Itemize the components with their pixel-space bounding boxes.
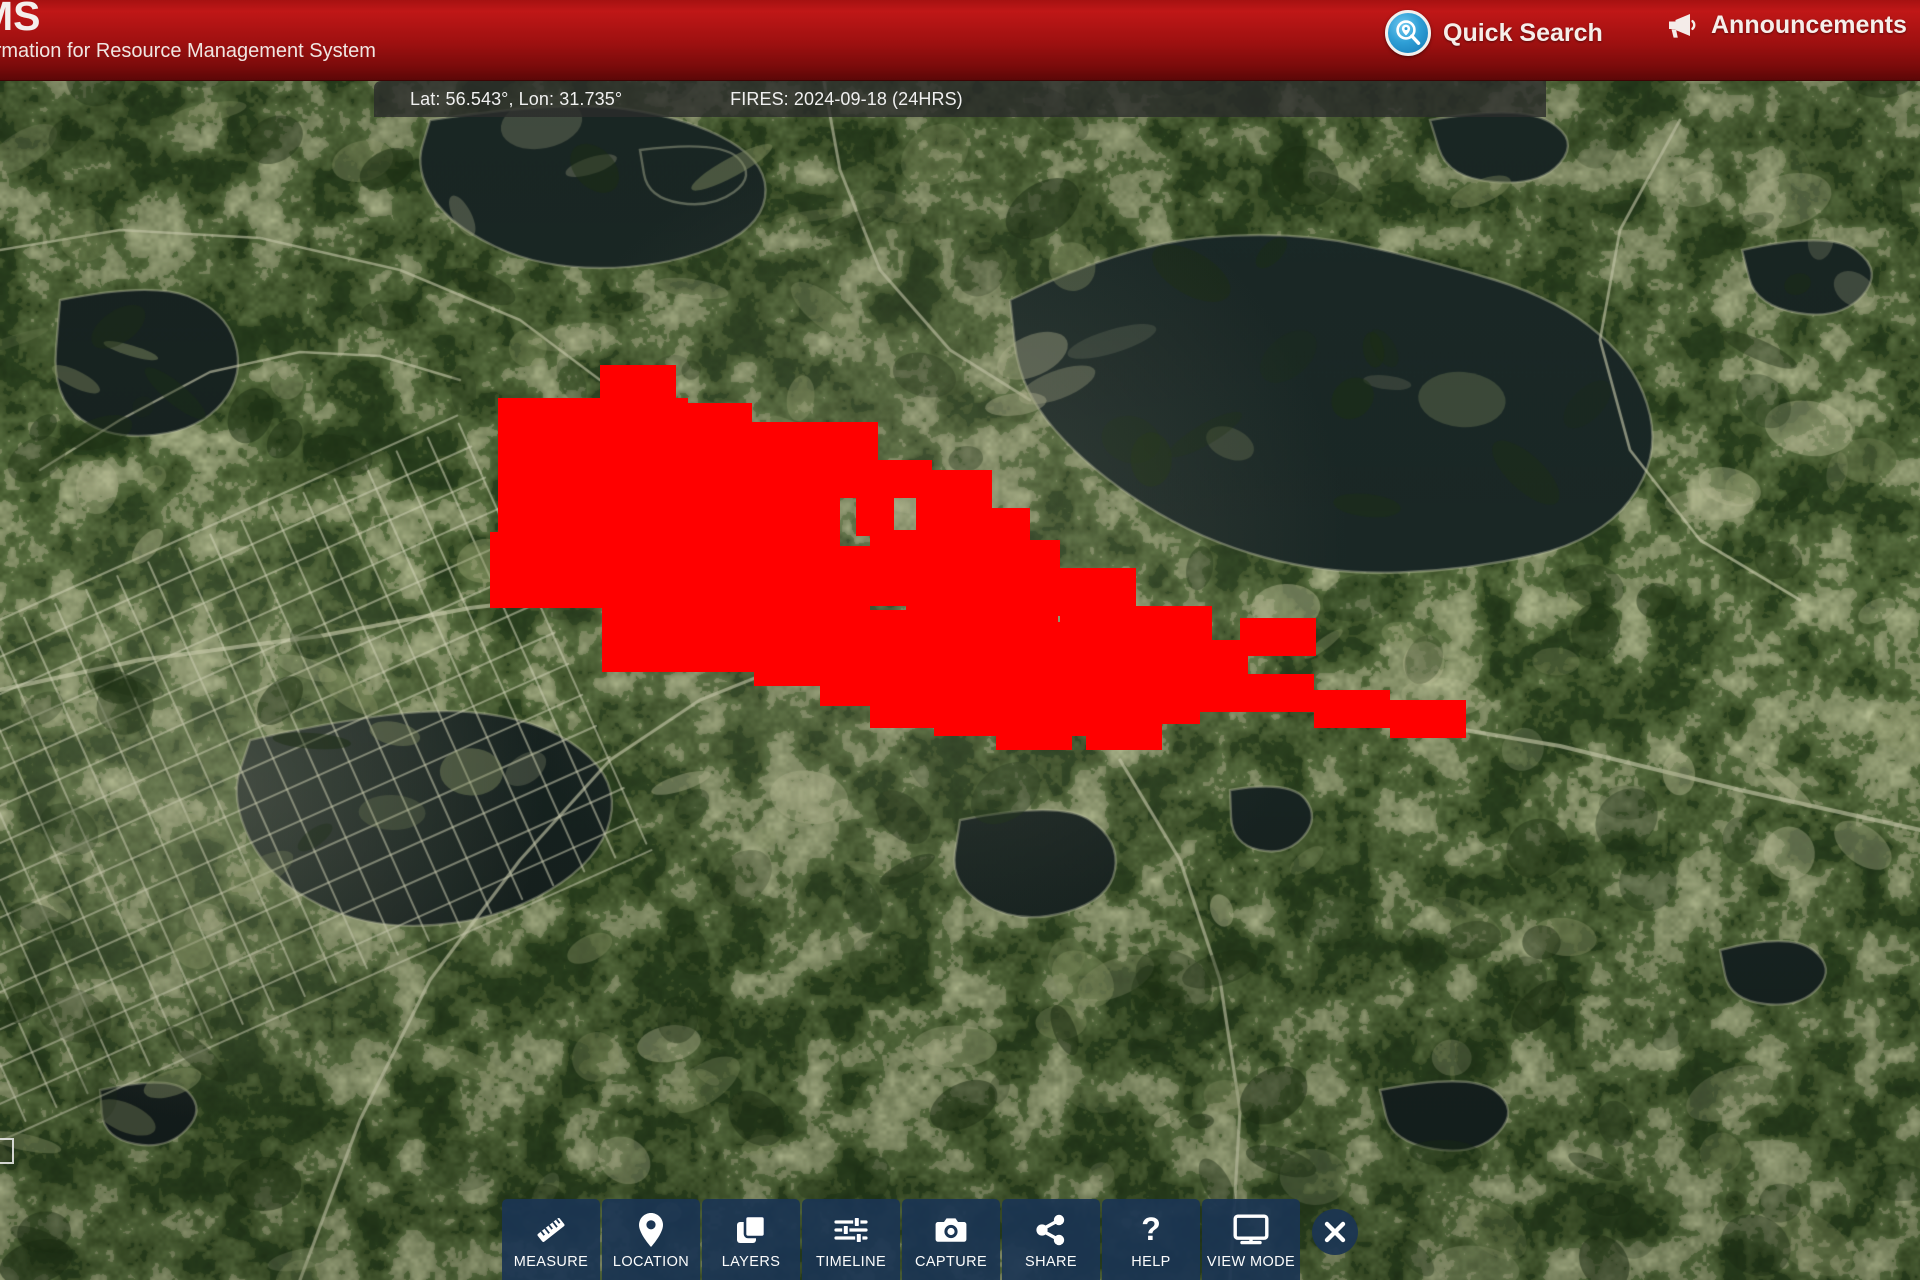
map-pin-icon	[636, 1211, 666, 1249]
toolbar-button-share[interactable]: SHARE	[1002, 1199, 1100, 1280]
toolbar-button-timeline[interactable]: TIMELINE	[802, 1199, 900, 1280]
map-scale-bar	[0, 1138, 14, 1164]
toolbar-button-location[interactable]: LOCATION	[602, 1199, 700, 1280]
toolbar-button-label: TIMELINE	[815, 1254, 887, 1270]
brand-block: IRMS re Information for Resource Managem…	[0, 0, 376, 61]
brand-acronym: IRMS	[0, 0, 41, 39]
share-nodes-icon	[1035, 1211, 1067, 1249]
toolbar-button-label: CAPTURE	[914, 1254, 988, 1270]
toolbar-button-label: SHARE	[1025, 1254, 1077, 1270]
toolbar-button-label: LOCATION	[612, 1254, 690, 1270]
brand-tagline: re Information for Resource Management S…	[0, 40, 376, 62]
svg-text:?: ?	[1141, 1213, 1161, 1247]
close-x-icon	[1324, 1221, 1346, 1243]
layers-icon	[734, 1211, 768, 1249]
toolbar-button-label: VIEW MODE	[1206, 1254, 1296, 1270]
close-toolbar-button[interactable]	[1312, 1209, 1358, 1255]
toolbar-button-view-mode[interactable]: VIEW MODE	[1202, 1199, 1300, 1280]
ruler-icon	[534, 1211, 568, 1249]
quick-search-button[interactable]: Quick Search	[1385, 10, 1603, 56]
sliders-icon	[834, 1211, 868, 1249]
map-status-bar: Lat: 56.543°, Lon: 31.735° FIRES: 2024-0…	[374, 81, 1546, 117]
toolbar-button-capture[interactable]: CAPTURE	[902, 1199, 1000, 1280]
satellite-map[interactable]	[0, 0, 1920, 1280]
coordinates-readout: Lat: 56.543°, Lon: 31.735°	[410, 88, 623, 109]
search-location-icon	[1385, 10, 1431, 56]
app-header: IRMS re Information for Resource Managem…	[0, 0, 1920, 81]
toolbar-button-measure[interactable]: MEASURE	[502, 1199, 600, 1280]
toolbar-button-label: LAYERS	[721, 1254, 781, 1270]
map-toolbar: MEASURE LOCATION LAYERS TIMELINE CAPTURE SHAR…	[502, 1199, 1358, 1280]
toolbar-button-label: HELP	[1131, 1254, 1171, 1270]
bullhorn-icon	[1665, 10, 1699, 40]
toolbar-button-label: MEASURE	[513, 1254, 589, 1270]
firms-fire-map-app: IRMS re Information for Resource Managem…	[0, 0, 1920, 1280]
toolbar-button-layers[interactable]: LAYERS	[702, 1199, 800, 1280]
camera-icon	[934, 1211, 968, 1249]
monitor-icon	[1233, 1211, 1269, 1249]
announcements-label: Announcements	[1711, 10, 1907, 39]
question-mark-icon: ?	[1138, 1211, 1164, 1249]
quick-search-label: Quick Search	[1443, 18, 1603, 47]
toolbar-button-help[interactable]: ? HELP	[1102, 1199, 1200, 1280]
fires-date-readout: FIRES: 2024-09-18 (24HRS)	[730, 88, 963, 109]
announcements-button[interactable]: Announcements	[1665, 10, 1907, 40]
